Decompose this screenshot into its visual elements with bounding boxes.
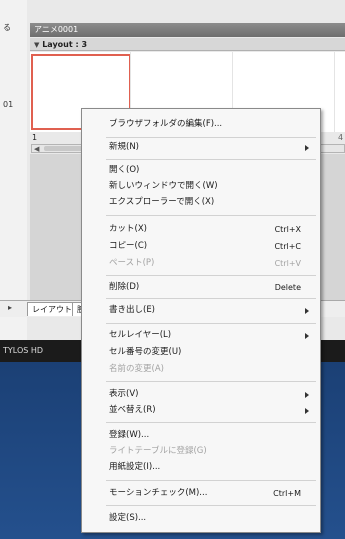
menu-item-register-light-table: ライトテーブルに登録(G) — [109, 446, 207, 456]
menu-item-cel-layer[interactable]: セルレイヤー(L) — [83, 328, 319, 342]
shortcut-label: Ctrl+X — [274, 225, 301, 234]
menu-item-register[interactable]: 登録(W)... — [83, 428, 319, 442]
menu-separator — [106, 275, 316, 276]
menu-item-export[interactable]: 書き出し(E) — [83, 303, 319, 317]
collapse-triangle-icon[interactable]: ▼ — [34, 41, 39, 49]
menu-item-rename: 名前の変更(A) — [109, 364, 164, 374]
left-panel-label-frame: 01 — [3, 100, 14, 109]
submenu-arrow-icon — [305, 333, 309, 339]
menu-item-edit-browser-folder[interactable]: ブラウザフォルダの編集(F)... — [83, 117, 319, 131]
menu-item-view[interactable]: 表示(V) — [83, 387, 319, 401]
shortcut-label: Ctrl+M — [273, 489, 301, 498]
thumbnail-divider — [334, 52, 335, 132]
menu-item-paste: ペースト(P) Ctrl+V — [109, 258, 301, 268]
menu-item-open-new-window[interactable]: 新しいウィンドウで開く(W) — [83, 179, 319, 193]
menu-item-page-setup[interactable]: 用紙設定(I)... — [83, 460, 319, 474]
tab-scroll-left-icon[interactable]: ▸ — [8, 303, 12, 312]
menu-separator — [106, 137, 316, 138]
submenu-arrow-icon — [305, 392, 309, 398]
menu-separator — [106, 422, 316, 423]
shortcut-label: Ctrl+C — [274, 242, 301, 251]
menu-item-cut[interactable]: カット(X) Ctrl+X — [83, 222, 319, 236]
menu-separator — [106, 215, 316, 216]
menu-item-settings[interactable]: 設定(S)... — [83, 511, 319, 525]
menu-separator — [106, 505, 316, 506]
left-panel-strip: る 01 — [0, 0, 28, 350]
submenu-arrow-icon — [305, 308, 309, 314]
tab-layout[interactable]: レイアウト — [27, 302, 77, 316]
menu-separator — [106, 480, 316, 481]
shortcut-label: Delete — [274, 283, 301, 292]
window-title: アニメ0001 — [30, 23, 345, 37]
menu-item-copy[interactable]: コピー(C) Ctrl+C — [83, 239, 319, 253]
menu-item-open[interactable]: 開く(O) — [83, 163, 319, 177]
menu-item-open-in-explorer[interactable]: エクスプローラーで開く(X) — [83, 195, 319, 209]
menu-separator — [106, 298, 316, 299]
menu-item-motion-check[interactable]: モーションチェック(M)... Ctrl+M — [83, 486, 319, 500]
menu-item-sort[interactable]: 並べ替え(R) — [83, 403, 319, 417]
menu-separator — [106, 159, 316, 160]
submenu-arrow-icon — [305, 145, 309, 151]
cel-frame-number-right: 4 — [338, 133, 344, 142]
layout-header[interactable]: ▼ Layout : 3 — [30, 38, 345, 51]
menu-item-new[interactable]: 新規(N) — [83, 140, 319, 154]
scroll-left-icon[interactable]: ◀ — [34, 145, 39, 153]
cel-frame-number: 1 — [32, 133, 38, 142]
menu-item-delete[interactable]: 削除(D) Delete — [83, 280, 319, 294]
submenu-arrow-icon — [305, 408, 309, 414]
menu-item-change-cel-number[interactable]: セル番号の変更(U) — [83, 345, 319, 359]
layout-label: Layout : 3 — [42, 40, 88, 49]
menu-separator — [106, 381, 316, 382]
left-panel-label-top: る — [3, 23, 11, 32]
shortcut-label: Ctrl+V — [274, 259, 301, 268]
context-menu: ブラウザフォルダの編集(F)... 新規(N) 開く(O) 新しいウィンドウで開… — [81, 108, 321, 533]
menu-separator — [106, 323, 316, 324]
